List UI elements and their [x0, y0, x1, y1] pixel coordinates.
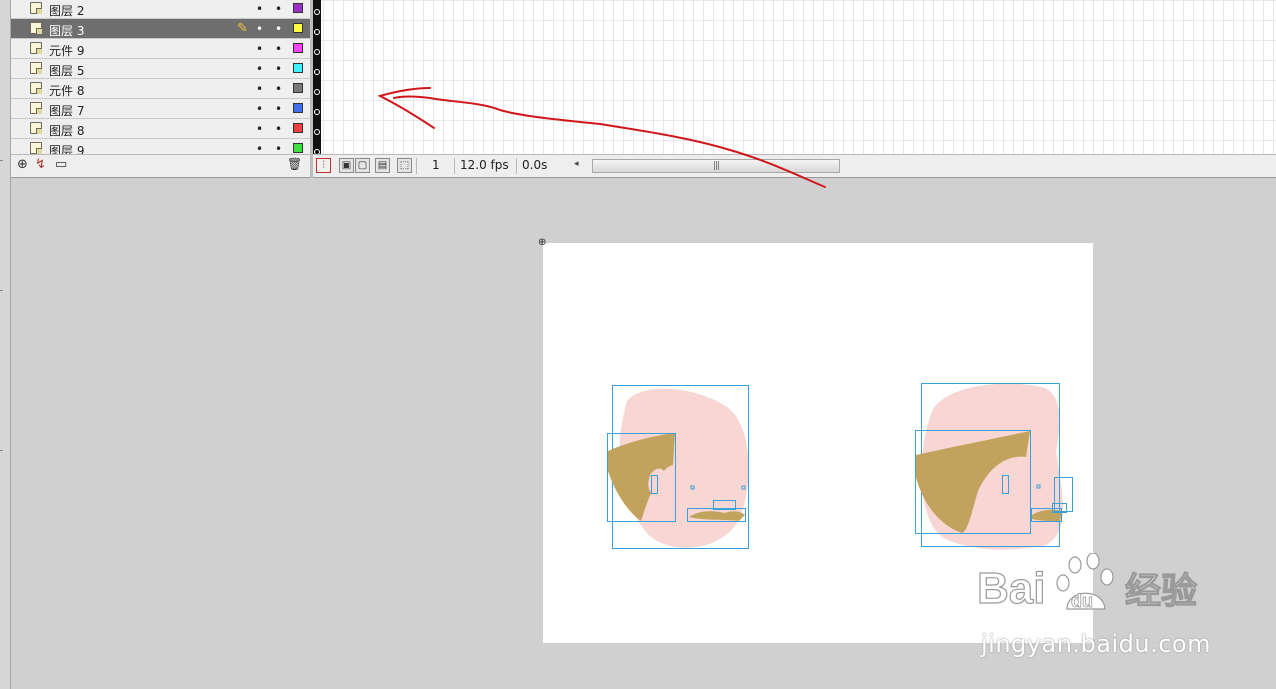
- layer-icon: [30, 122, 42, 134]
- layer-outline-color-swatch[interactable]: [293, 23, 303, 33]
- layer-row[interactable]: 图层 7 • •: [11, 99, 310, 119]
- visibility-toggle[interactable]: •: [256, 43, 263, 55]
- lock-toggle[interactable]: •: [275, 103, 282, 115]
- layer-outline-color-swatch[interactable]: [293, 63, 303, 73]
- visibility-toggle[interactable]: •: [256, 123, 263, 135]
- layer-name[interactable]: 图层 2: [49, 2, 84, 19]
- layer-icon: [30, 62, 42, 74]
- layer-icon: [30, 102, 42, 114]
- layer-row[interactable]: 图层 3 ✎ • •: [11, 19, 310, 39]
- keyframe-marker[interactable]: [314, 109, 320, 115]
- keyframe-marker[interactable]: [314, 89, 320, 95]
- layer-icon: [30, 2, 42, 14]
- add-motion-guide-icon[interactable]: ↯: [35, 157, 46, 172]
- pencil-icon: ✎: [237, 21, 248, 36]
- baidu-logo-icon: Bai du 经验: [976, 553, 1198, 613]
- visibility-toggle[interactable]: •: [256, 3, 263, 15]
- layer-icon: [30, 22, 42, 34]
- layer-row[interactable]: 元件 8 • •: [11, 79, 310, 99]
- arrow-head-stroke: [377, 87, 435, 129]
- character-head-left[interactable]: [605, 383, 750, 551]
- svg-text:经验: 经验: [1125, 571, 1197, 612]
- registration-point-icon[interactable]: ⊕: [538, 238, 548, 248]
- visibility-toggle[interactable]: •: [256, 143, 263, 154]
- delete-layer-icon[interactable]: 🗑: [287, 157, 302, 171]
- layer-name[interactable]: 图层 9: [49, 142, 84, 154]
- layer-outline-color-swatch[interactable]: [293, 123, 303, 133]
- visibility-toggle[interactable]: •: [256, 83, 263, 95]
- keyframe-marker[interactable]: [314, 9, 320, 15]
- lock-toggle[interactable]: •: [275, 143, 282, 154]
- layer-outline-color-swatch[interactable]: [293, 143, 303, 153]
- layer-outline-color-swatch[interactable]: [293, 3, 303, 13]
- insert-folder-icon[interactable]: ▭: [55, 157, 67, 172]
- character-head-right[interactable]: [912, 381, 1076, 551]
- playhead-column[interactable]: [313, 0, 321, 155]
- onion-skin-icon[interactable]: ▣: [339, 158, 354, 173]
- center-frame-icon[interactable]: ⫶: [316, 158, 331, 173]
- layer-icon: [30, 42, 42, 54]
- visibility-toggle[interactable]: •: [256, 103, 263, 115]
- keyframe-marker[interactable]: [314, 129, 320, 135]
- lock-toggle[interactable]: •: [275, 123, 282, 135]
- onion-skin-outlines-icon[interactable]: ▢: [355, 158, 370, 173]
- layer-rows: 图层 2 • • 图层 3 ✎ • • 元件 9 • • 图层 5 • • 元件 8 • • 图层 7 • • 图层 …: [11, 0, 310, 154]
- edge-tick: [0, 160, 3, 161]
- annotation-arrow: [377, 87, 826, 188]
- arrow-stroke: [393, 95, 826, 188]
- layer-footer-toolbar: ⊕ ↯ ▭ 🗑: [11, 154, 310, 178]
- layer-name[interactable]: 元件 9: [49, 42, 84, 59]
- layer-row[interactable]: 图层 9 • •: [11, 139, 310, 154]
- keyframe-marker[interactable]: [314, 29, 320, 35]
- new-layer-icon[interactable]: ⊕: [17, 157, 28, 172]
- layer-outline-color-swatch[interactable]: [293, 43, 303, 53]
- left-panel-edge: [0, 0, 11, 689]
- visibility-toggle[interactable]: •: [256, 63, 263, 75]
- svg-text:Bai: Bai: [977, 564, 1045, 613]
- lock-toggle[interactable]: •: [275, 23, 282, 35]
- visibility-toggle[interactable]: •: [256, 23, 263, 35]
- keyframe-marker[interactable]: [314, 69, 320, 75]
- layer-outline-color-swatch[interactable]: [293, 103, 303, 113]
- layer-list: 图层 2 • • 图层 3 ✎ • • 元件 9 • • 图层 5 • • 元件 8 • • 图层 7 • • 图层 …: [11, 0, 310, 154]
- lock-toggle[interactable]: •: [275, 83, 282, 95]
- layer-icon: [30, 142, 42, 154]
- layer-row[interactable]: 图层 8 • •: [11, 119, 310, 139]
- layer-row[interactable]: 元件 9 • •: [11, 39, 310, 59]
- watermark-url: jingyan.baidu.com: [981, 630, 1211, 658]
- keyframe-marker[interactable]: [314, 49, 320, 55]
- layer-name[interactable]: 图层 3: [49, 22, 84, 39]
- lock-toggle[interactable]: •: [275, 3, 282, 15]
- svg-text:du: du: [1071, 591, 1093, 611]
- layer-name[interactable]: 图层 5: [49, 62, 84, 79]
- layer-name[interactable]: 图层 7: [49, 102, 84, 119]
- baidu-jingyan-watermark: Bai du 经验 jingyan.baidu.com: [975, 545, 1215, 665]
- edge-tick: [0, 450, 3, 451]
- layer-icon: [30, 82, 42, 94]
- lock-toggle[interactable]: •: [275, 43, 282, 55]
- layer-outline-color-swatch[interactable]: [293, 83, 303, 93]
- lock-toggle[interactable]: •: [275, 63, 282, 75]
- layer-row[interactable]: 图层 2 • •: [11, 0, 310, 19]
- layer-name[interactable]: 图层 8: [49, 122, 84, 139]
- edge-tick: [0, 290, 3, 291]
- layer-name[interactable]: 元件 8: [49, 82, 84, 99]
- layer-row[interactable]: 图层 5 • •: [11, 59, 310, 79]
